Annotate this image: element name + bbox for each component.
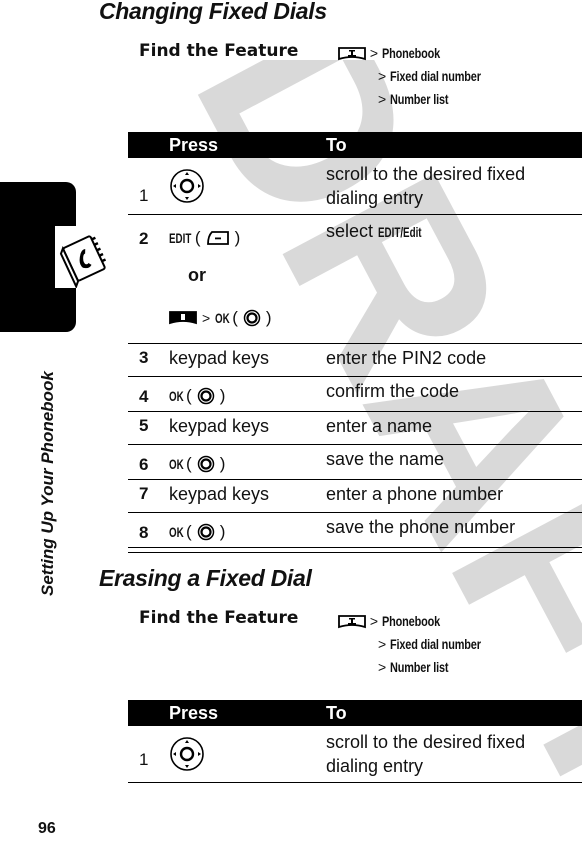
menu-path-item: Phonebook <box>381 45 441 61</box>
find-feature-label: Find the Feature <box>139 41 299 61</box>
section-title: Erasing a Fixed Dial <box>99 565 312 591</box>
center-select-key-icon <box>197 456 214 473</box>
table-row: 7 keypad keys enter a phone number <box>128 480 582 513</box>
edit-softkey-label: EDIT/Edit <box>378 224 422 240</box>
table-row: 1 scroll to the desired fixed dialing en… <box>128 158 582 215</box>
center-select-key-icon <box>197 524 214 541</box>
menu-path-item: Number list <box>390 91 449 107</box>
center-select-key-icon <box>197 388 214 405</box>
ok-softkey-label: OK <box>169 456 184 472</box>
find-feature-label: Find the Feature <box>139 608 299 628</box>
menu-key-icon <box>338 615 366 629</box>
menu-path-item: Fixed dial number <box>390 636 481 652</box>
menu-path: > Phonebook > Fixed dial number > Number… <box>338 42 506 111</box>
table-row: 3 keypad keys enter the PIN2 code <box>128 344 582 377</box>
menu-key-icon <box>338 47 366 61</box>
steps-table: Press To 1 scroll to the desired fixed d… <box>128 132 582 553</box>
chapter-title: Setting Up Your Phonebook <box>38 371 57 596</box>
or-label: or <box>188 265 206 285</box>
table-row: 6 OK( ) save the name <box>128 445 582 480</box>
ok-softkey-label: OK <box>169 388 184 404</box>
center-select-key-icon <box>243 310 261 327</box>
navigation-key-icon <box>170 737 204 771</box>
navigation-key-icon <box>170 169 204 203</box>
header-to: To <box>326 703 347 723</box>
header-to: To <box>326 135 347 155</box>
table-header: Press To <box>128 132 582 158</box>
menu-path-item: Phonebook <box>381 613 441 629</box>
left-soft-key-icon <box>206 231 229 246</box>
edit-softkey-label: EDIT <box>169 230 192 246</box>
table-header: Press To <box>128 700 582 726</box>
menu-path-item: Number list <box>390 659 449 675</box>
section-title: Changing Fixed Dials <box>99 0 327 24</box>
steps-table: Press To 1 scroll to the desired fixed d… <box>128 700 582 783</box>
header-press: Press <box>169 135 219 155</box>
menu-key-icon <box>169 311 197 325</box>
table-row: 8 OK( ) save the phone number <box>128 513 582 548</box>
table-row: 4 OK( ) confirm the code <box>128 377 582 412</box>
table-row: 1 scroll to the desired fixed dialing en… <box>128 726 582 783</box>
menu-path: > Phonebook > Fixed dial number > Number… <box>338 610 506 679</box>
menu-path-item: Fixed dial number <box>390 68 481 84</box>
table-end-rule <box>128 548 582 553</box>
ok-softkey-label: OK <box>215 310 230 326</box>
header-press: Press <box>169 703 219 723</box>
phonebook-icon <box>55 226 117 290</box>
table-row: 2 EDIT( ) or > OK( ) select EDIT/Edit <box>128 215 582 344</box>
ok-softkey-label: OK <box>169 524 184 540</box>
table-row: 5 keypad keys enter a name <box>128 412 582 445</box>
page-number: 96 <box>38 820 56 837</box>
